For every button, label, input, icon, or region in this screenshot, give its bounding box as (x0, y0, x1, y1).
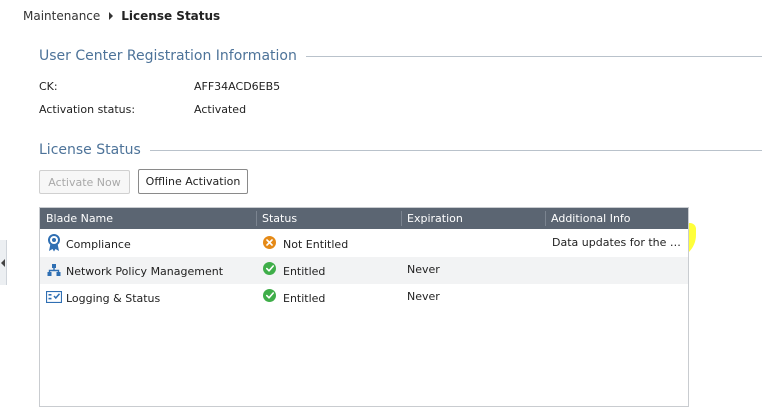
ck-label: CK: (39, 80, 58, 93)
blade-name: Compliance (66, 238, 131, 251)
column-divider[interactable] (401, 211, 402, 226)
table-row[interactable]: Logging & Status Entitled Never (40, 284, 688, 311)
table-row[interactable]: Network Policy Management Entitled Never (40, 257, 688, 284)
breadcrumb-maintenance[interactable]: Maintenance (23, 9, 100, 23)
status-text: Entitled (283, 265, 326, 278)
license-table: Blade Name Status Expiration Additional … (39, 207, 689, 407)
collapse-panel-handle[interactable] (0, 240, 7, 285)
offline-activation-button[interactable]: Offline Activation (138, 169, 248, 194)
activate-now-button[interactable]: Activate Now (39, 170, 130, 194)
license-section-header: License Status (39, 142, 762, 158)
blade-name: Logging & Status (66, 292, 161, 305)
activation-status-label: Activation status: (39, 103, 136, 116)
registration-section-title: User Center Registration Information (39, 48, 297, 64)
network-tree-icon (47, 264, 61, 277)
additional-info-text: Data updates for the Co... (552, 236, 682, 249)
license-section-title: License Status (39, 142, 141, 158)
registration-section-header: User Center Registration Information (39, 48, 762, 64)
breadcrumb-separator-icon (109, 12, 114, 20)
blade-name: Network Policy Management (66, 265, 224, 278)
expiration-text: Never (407, 263, 440, 276)
status-text: Entitled (283, 292, 326, 305)
column-divider[interactable] (256, 211, 257, 226)
column-divider[interactable] (545, 211, 546, 226)
section-divider (149, 149, 762, 151)
table-row[interactable]: Compliance Not Entitled Data updates for… (40, 230, 688, 257)
ck-value: AFF34ACD6EB5 (194, 80, 281, 93)
column-header-status[interactable]: Status (262, 208, 297, 229)
error-x-icon (263, 236, 276, 249)
compliance-ribbon-icon (47, 234, 61, 252)
column-header-expiration[interactable]: Expiration (407, 208, 463, 229)
expiration-text: Never (407, 290, 440, 303)
column-header-blade-name[interactable]: Blade Name (46, 208, 113, 229)
column-header-additional-info[interactable]: Additional Info (551, 208, 631, 229)
collapse-arrow-icon (1, 259, 5, 267)
logging-list-icon (46, 291, 62, 303)
status-text: Not Entitled (283, 238, 349, 251)
activation-status-value: Activated (194, 103, 247, 116)
section-divider (305, 55, 762, 57)
check-icon (263, 289, 276, 302)
breadcrumb: Maintenance License Status (23, 9, 220, 23)
breadcrumb-current: License Status (121, 9, 221, 23)
check-icon (263, 262, 276, 275)
table-header: Blade Name Status Expiration Additional … (40, 208, 688, 229)
